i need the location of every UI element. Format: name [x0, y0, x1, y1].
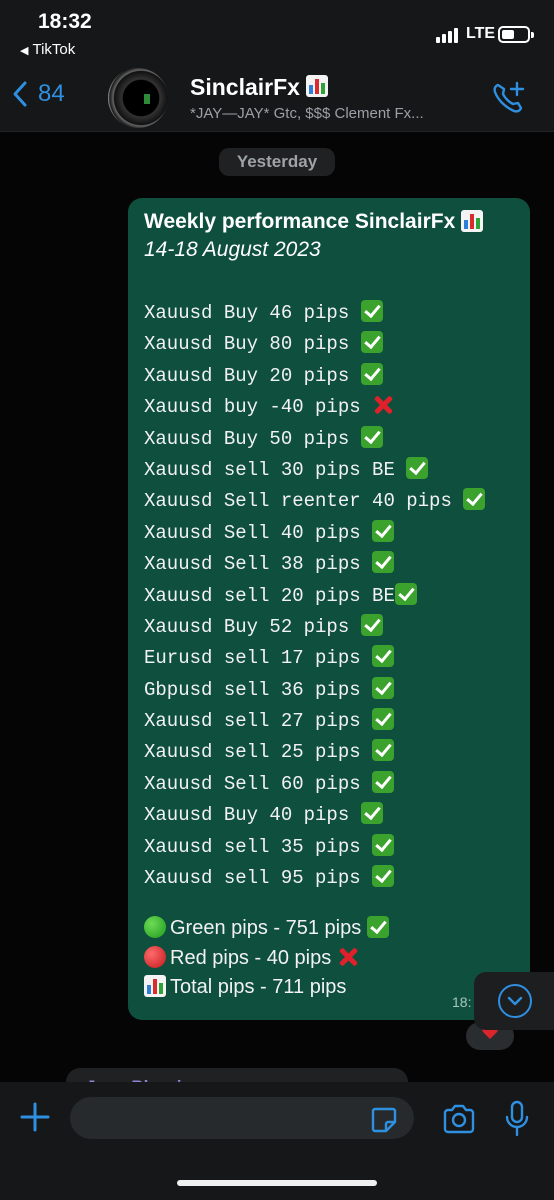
- composer-bar: [0, 1082, 554, 1200]
- message-input[interactable]: [70, 1097, 414, 1139]
- home-indicator: [177, 1180, 377, 1186]
- check-mark-icon: [360, 613, 383, 636]
- summary: Green pips - 751 pips Red pips - 40 pips…: [144, 914, 514, 1003]
- message-title-text: Weekly performance SinclairFx: [144, 210, 456, 233]
- check-mark-icon: [372, 770, 395, 793]
- message-bubble[interactable]: Weekly performance SinclairFx 14-18 Augu…: [128, 198, 530, 1020]
- summary-green: Green pips - 751 pips: [144, 914, 514, 944]
- back-to-app-link[interactable]: ◀ TikTok: [20, 41, 75, 58]
- cross-mark-icon: [372, 394, 394, 416]
- message-subtitle: 14-18 August 2023: [144, 238, 321, 261]
- chat-title[interactable]: SinclairFx: [190, 74, 332, 101]
- check-mark-icon: [360, 331, 383, 354]
- status-bar: 18:32 ◀ TikTok LTE: [0, 0, 554, 60]
- battery-icon: [498, 26, 534, 43]
- bar-chart-icon: [306, 75, 329, 97]
- trade-line: Xauusd sell 30 pips BE: [144, 455, 514, 486]
- trade-line: Xauusd Sell reenter 40 pips: [144, 486, 514, 517]
- check-mark-icon: [372, 676, 395, 699]
- signal-icon: [436, 27, 462, 43]
- back-app-label: TikTok: [32, 41, 76, 58]
- camera-icon: [443, 1104, 475, 1134]
- back-button[interactable]: 84: [12, 80, 65, 108]
- mic-icon: [505, 1100, 529, 1137]
- check-mark-icon: [360, 300, 383, 322]
- trade-line: Xauusd Sell 60 pips: [144, 769, 514, 800]
- trade-line: Gbpusd sell 36 pips: [144, 675, 514, 706]
- message-title: Weekly performance SinclairFx: [144, 210, 514, 234]
- green-circle-icon: [144, 916, 166, 939]
- trade-line: Xauusd buy -40 pips: [144, 392, 514, 423]
- check-mark-icon: [360, 425, 383, 448]
- add-call-button[interactable]: [490, 80, 526, 121]
- plus-icon: [20, 1102, 50, 1132]
- trade-line: Xauusd Buy 40 pips: [144, 800, 514, 831]
- cross-mark-icon: [337, 946, 359, 968]
- trade-line: Xauusd Sell 38 pips: [144, 549, 514, 580]
- check-mark-icon: [360, 362, 383, 385]
- check-mark-icon: [372, 551, 395, 574]
- check-mark-icon: [360, 802, 383, 825]
- trade-line: Xauusd sell 27 pips: [144, 706, 514, 737]
- check-mark-icon: [372, 519, 395, 542]
- check-mark-icon: [372, 739, 395, 762]
- status-time: 18:32: [38, 10, 92, 33]
- check-mark-icon: [372, 833, 395, 856]
- scroll-down-icon: [498, 984, 532, 1018]
- trade-line: Xauusd Sell 40 pips: [144, 518, 514, 549]
- logo-icon: [144, 94, 150, 104]
- scroll-down-button[interactable]: [474, 972, 554, 1030]
- sticker-button[interactable]: [370, 1106, 398, 1139]
- chat-name-text: SinclairFx: [190, 74, 300, 100]
- sticker-icon: [371, 1107, 397, 1133]
- back-chevron-icon: [13, 81, 27, 107]
- unread-count: 84: [38, 80, 65, 107]
- check-mark-icon: [366, 916, 389, 939]
- chat-area[interactable]: Yesterday Weekly performance SinclairFx …: [0, 132, 554, 1108]
- trade-line: Xauusd sell 25 pips: [144, 737, 514, 768]
- trade-line: Xauusd Buy 20 pips: [144, 361, 514, 392]
- trade-line: Xauusd sell 35 pips: [144, 832, 514, 863]
- mic-button[interactable]: [504, 1100, 530, 1143]
- summary-red: Red pips - 40 pips: [144, 944, 514, 974]
- trade-list: Xauusd Buy 46 pips Xauusd Buy 80 pips Xa…: [144, 298, 514, 894]
- camera-button[interactable]: [442, 1104, 476, 1139]
- date-separator: Yesterday: [219, 148, 335, 176]
- bar-chart-icon: [144, 975, 166, 998]
- trade-line: Xauusd Buy 50 pips: [144, 424, 514, 455]
- trade-line: Xauusd sell 95 pips: [144, 863, 514, 894]
- check-mark-icon: [372, 865, 395, 888]
- network-label: LTE: [466, 25, 496, 42]
- avatar[interactable]: [108, 68, 168, 128]
- message-time: 18:: [452, 994, 472, 1010]
- bar-chart-icon: [461, 210, 484, 232]
- chat-subtitle: *JAY—JAY* Gtc, $$$ Clement Fx...: [190, 105, 424, 122]
- attach-button[interactable]: [18, 1100, 52, 1139]
- trade-line: Xauusd Buy 46 pips: [144, 298, 514, 329]
- add-call-icon: [493, 81, 525, 113]
- trade-line: Eurusd sell 17 pips: [144, 643, 514, 674]
- trade-line: Xauusd sell 20 pips BE: [144, 581, 514, 612]
- trade-line: Xauusd Buy 80 pips: [144, 329, 514, 360]
- trade-line: Xauusd Buy 52 pips: [144, 612, 514, 643]
- check-mark-icon: [463, 488, 486, 511]
- red-circle-icon: [144, 945, 166, 968]
- check-mark-icon: [372, 708, 395, 731]
- check-mark-icon: [394, 582, 417, 605]
- chat-header: 84 SinclairFx *JAY—JAY* Gtc, $$$ Clement…: [0, 60, 554, 132]
- back-triangle-icon: ◀: [20, 45, 29, 57]
- check-mark-icon: [372, 645, 395, 668]
- check-mark-icon: [406, 456, 429, 479]
